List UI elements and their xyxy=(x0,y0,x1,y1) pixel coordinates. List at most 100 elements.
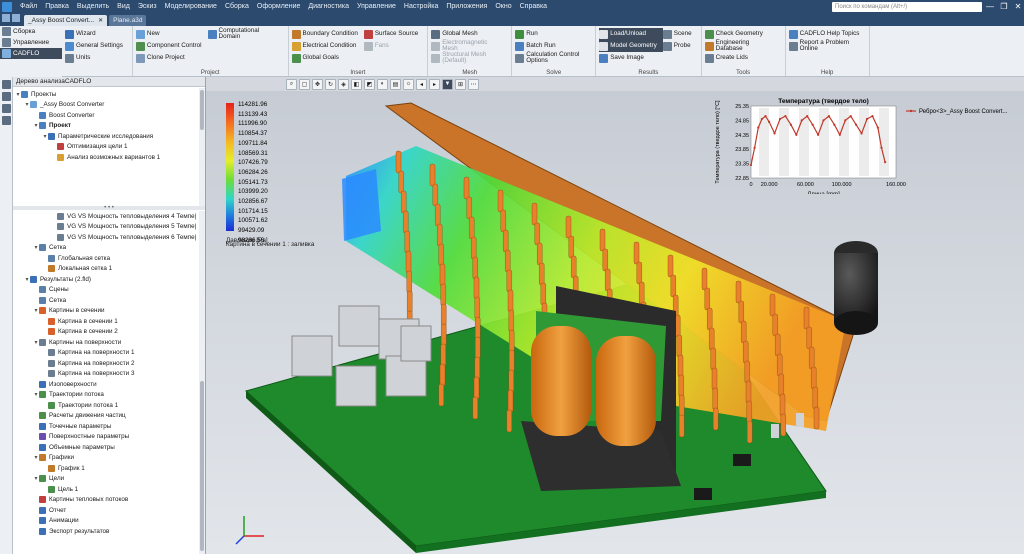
pan-icon[interactable]: ✥ xyxy=(312,78,323,90)
tree-node[interactable]: Оптимизация цели 1 xyxy=(13,142,199,153)
tree-node[interactable]: ▾ Графики xyxy=(13,453,199,464)
3d-viewport[interactable]: 114281.96 113139.43 111996.90 110854.37 1097… xyxy=(206,91,1024,554)
tree-node[interactable]: Точечные параметры xyxy=(13,421,199,432)
function-icon[interactable] xyxy=(2,92,11,101)
save-icon[interactable] xyxy=(2,14,10,22)
tree-node[interactable]: Картина в сечении 2 xyxy=(13,327,199,338)
ribbon-button[interactable]: Surface Source xyxy=(363,28,424,40)
mode-cadflo[interactable]: CADFLO xyxy=(0,48,62,59)
ribbon-button[interactable]: Global Goals xyxy=(291,52,364,64)
menu-item[interactable]: Моделирование xyxy=(161,0,221,13)
tree-node[interactable]: Изоповерхности xyxy=(13,379,199,390)
undo-icon[interactable] xyxy=(12,14,20,22)
tree-node[interactable]: Сцены xyxy=(13,285,199,296)
tree-node[interactable]: Картина в сечении 1 xyxy=(13,316,199,327)
tree-node[interactable]: График 1 xyxy=(13,463,199,474)
menu-item[interactable]: Оформление xyxy=(253,0,304,13)
document-tab[interactable]: _Assy Boost Convert... ✕ xyxy=(24,15,108,26)
view-orientation-icon[interactable]: ◈ xyxy=(338,78,349,90)
tree-node[interactable]: ▾ Цели xyxy=(13,474,199,485)
tree-node[interactable]: VG VS Мощность тепловыделения 4 Темпе| xyxy=(13,211,199,222)
ribbon-button[interactable]: Calculation Control Options xyxy=(515,51,592,64)
section-view-icon[interactable]: ◩ xyxy=(364,78,375,90)
tree-node[interactable]: Поверхностные параметры xyxy=(13,432,199,443)
tree-node[interactable]: Цель 1 xyxy=(13,484,199,495)
tree-node[interactable]: Картина на поверхности 2 xyxy=(13,358,199,369)
tree-icon[interactable] xyxy=(2,80,11,89)
ribbon-button[interactable]: Run xyxy=(515,28,592,40)
ribbon-button[interactable]: Clone Project xyxy=(135,52,208,64)
ribbon-button[interactable]: Units xyxy=(65,52,129,64)
zoom-icon[interactable]: ⌕ xyxy=(286,78,297,90)
menu-item[interactable]: Диагностика xyxy=(304,0,353,13)
mode-assembly[interactable]: Сборка xyxy=(0,26,62,37)
ribbon-button[interactable]: Boundary Condition xyxy=(291,28,364,40)
tree-node[interactable]: ▾ Проект xyxy=(13,121,199,132)
ribbon-button[interactable]: Save Image xyxy=(599,52,663,64)
tree-node[interactable]: ▾ Сетка xyxy=(13,243,199,254)
ribbon-button[interactable]: Report a Problem Online xyxy=(788,39,866,52)
rotate-icon[interactable]: ↻ xyxy=(325,78,336,90)
close-icon[interactable]: ✕ xyxy=(98,17,103,24)
tree-node[interactable]: VG VS Мощность тепловыделения 6 Темпе| xyxy=(13,232,199,243)
menu-item[interactable]: Окно xyxy=(491,0,515,13)
prev-icon[interactable]: ◂ xyxy=(416,78,427,90)
tree-node[interactable]: Картина на поверхности 3 xyxy=(13,369,199,380)
tree-node[interactable]: ▾ Картины на поверхности xyxy=(13,337,199,348)
tree-node[interactable]: ▾ Результаты (2.fld) xyxy=(13,274,199,285)
tree-node[interactable]: Расчеты движения частиц xyxy=(13,411,199,422)
tree-node[interactable]: ▾ Параметрические исследования xyxy=(13,131,199,142)
list-icon[interactable] xyxy=(2,116,11,125)
tree-node[interactable]: ▾ Проекты xyxy=(13,89,199,100)
ribbon-button[interactable]: Scene xyxy=(662,28,698,40)
ribbon-button[interactable]: Engineering Database xyxy=(704,39,782,52)
ribbon-button[interactable]: Load/Unload xyxy=(599,28,663,40)
next-icon[interactable]: ▸ xyxy=(429,78,440,90)
light-icon[interactable]: ☼ xyxy=(403,78,414,90)
tree-node[interactable]: Отчет xyxy=(13,505,199,516)
tree-node[interactable]: ▾ Траектории потока xyxy=(13,390,199,401)
ribbon-button[interactable]: New xyxy=(135,28,208,40)
menu-item[interactable]: Управление xyxy=(353,0,400,13)
menu-item[interactable]: Вид xyxy=(113,0,134,13)
selection-filter-icon[interactable]: ⊞ xyxy=(455,78,466,90)
menu-item[interactable]: Приложения xyxy=(442,0,491,13)
tree-node[interactable]: Глобальная сетка xyxy=(13,253,199,264)
menu-item[interactable]: Правка xyxy=(41,0,73,13)
hide-show-icon[interactable]: ◐ xyxy=(377,78,388,90)
menu-item[interactable]: Файл xyxy=(16,0,41,13)
tree-node[interactable]: Картина на поверхности 1 xyxy=(13,348,199,359)
render-icon[interactable]: ▤ xyxy=(390,78,401,90)
menu-item[interactable]: Выделить xyxy=(73,0,113,13)
tree-top-scrollbar[interactable] xyxy=(199,88,205,206)
ribbon-button[interactable]: Wizard xyxy=(65,28,129,40)
more-icon[interactable]: ⋯ xyxy=(468,78,479,90)
tree-node[interactable]: Анимации xyxy=(13,516,199,527)
tree-bottom-scrollbar[interactable] xyxy=(199,211,205,554)
filter-icon[interactable]: ▼ xyxy=(442,78,453,90)
ribbon-button[interactable]: General Settings xyxy=(65,40,129,52)
ribbon-button[interactable]: Model Geometry xyxy=(599,40,663,52)
tree-node[interactable]: ▾ Картины в сечении xyxy=(13,306,199,317)
tree-node[interactable]: Boost Converter xyxy=(13,110,199,121)
menu-item[interactable]: Сборка xyxy=(221,0,253,13)
tree-node[interactable]: Локальная сетка 1 xyxy=(13,264,199,275)
tree-node[interactable]: Объемные параметры xyxy=(13,442,199,453)
menu-item[interactable]: Настройка xyxy=(400,0,442,13)
ribbon-button[interactable]: Component Control xyxy=(135,40,208,52)
ribbon-button[interactable]: Computational Domain xyxy=(207,27,285,40)
menu-item[interactable]: Справка xyxy=(516,0,551,13)
zoom-fit-icon[interactable]: ▢ xyxy=(299,78,310,90)
tree-node[interactable]: VG VS Мощность тепловыделения 5 Темпе| xyxy=(13,222,199,233)
tree-node[interactable]: Картины тепловых потоков xyxy=(13,495,199,506)
display-mode-icon[interactable]: ◧ xyxy=(351,78,362,90)
mode-management[interactable]: Управление xyxy=(0,37,62,48)
ribbon-button[interactable]: Probe xyxy=(662,40,698,52)
tree-node[interactable]: ▾ _Assy Boost Converter xyxy=(13,100,199,111)
menu-item[interactable]: Эскиз xyxy=(134,0,161,13)
minimize-button[interactable]: — xyxy=(984,2,996,11)
maximize-button[interactable]: ❐ xyxy=(998,2,1010,11)
scroll-thumb[interactable] xyxy=(200,381,204,551)
tree-node[interactable]: Сетка xyxy=(13,295,199,306)
tree-node[interactable]: Экспорт результатов xyxy=(13,526,199,537)
